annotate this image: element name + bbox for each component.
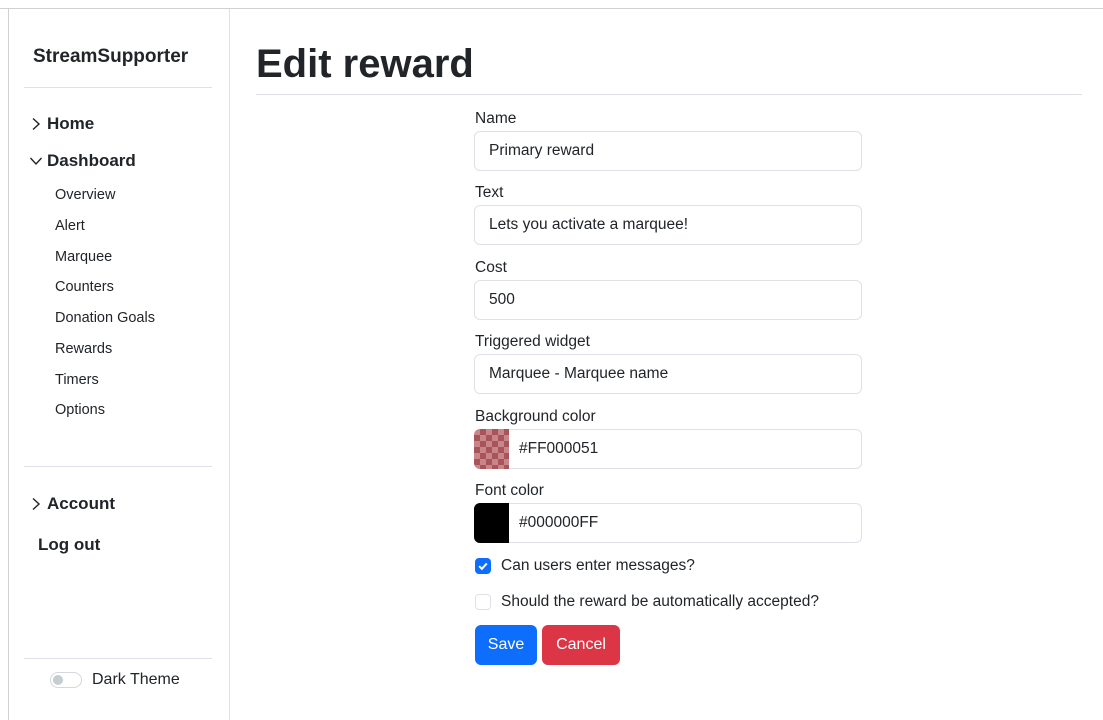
name-field[interactable]: Primary reward — [474, 131, 862, 171]
sidebar-divider — [24, 658, 212, 659]
name-label: Name — [475, 110, 517, 127]
toggle-switch[interactable] — [50, 672, 82, 688]
sidebar-subitem-marquee[interactable]: Marquee — [55, 249, 112, 265]
background-color-field[interactable]: #FF000051 — [474, 428, 862, 469]
sidebar-item-label: Account — [47, 494, 115, 513]
sidebar-subitem-options[interactable]: Options — [55, 402, 105, 418]
chevron-right-icon — [29, 117, 43, 131]
messages-checkbox-row[interactable]: Can users enter messages? — [475, 557, 695, 575]
chevron-right-icon — [29, 497, 43, 511]
dark-theme-toggle[interactable]: Dark Theme — [50, 671, 180, 689]
cancel-button[interactable]: Cancel — [542, 625, 620, 665]
widget-label: Triggered widget — [475, 333, 590, 350]
messages-checkbox-label: Can users enter messages? — [501, 557, 695, 574]
title-divider — [256, 94, 1082, 95]
background-color-label: Background color — [475, 408, 596, 425]
save-button[interactable]: Save — [475, 625, 537, 665]
sidebar-item-dashboard[interactable]: Dashboard — [29, 151, 136, 171]
sidebar-subitem-overview[interactable]: Overview — [55, 187, 115, 203]
auto-accept-checkbox[interactable] — [475, 594, 491, 610]
check-icon — [478, 562, 488, 571]
sidebar-subitem-timers[interactable]: Timers — [55, 372, 99, 388]
sidebar-subitem-counters[interactable]: Counters — [55, 279, 114, 295]
background-color-swatch[interactable] — [474, 428, 509, 469]
cost-field[interactable]: 500 — [474, 280, 862, 320]
sidebar-item-home[interactable]: Home — [29, 114, 94, 134]
auto-accept-checkbox-label: Should the reward be automatically accep… — [501, 593, 819, 610]
name-value: Primary reward — [489, 142, 595, 159]
messages-checkbox[interactable] — [475, 558, 491, 574]
dark-theme-label: Dark Theme — [92, 671, 180, 688]
sidebar-subitem-rewards[interactable]: Rewards — [55, 341, 112, 357]
background-color-value: #FF000051 — [519, 440, 599, 457]
font-color-label: Font color — [475, 482, 544, 499]
text-value: Lets you activate a marquee! — [489, 216, 689, 233]
sidebar-item-label: Home — [47, 114, 95, 133]
sidebar-divider — [24, 466, 212, 467]
sidebar-divider — [24, 87, 212, 88]
triggered-widget-select[interactable]: Marquee - Marquee name — [474, 354, 862, 394]
sidebar-item-label: Dashboard — [47, 151, 136, 170]
sidebar-item-account[interactable]: Account — [29, 494, 115, 514]
sidebar-subitem-donation-goals[interactable]: Donation Goals — [55, 310, 155, 326]
chevron-down-icon — [29, 154, 43, 168]
text-label: Text — [475, 184, 504, 201]
page-title: Edit reward — [256, 42, 474, 86]
logout-link[interactable]: Log out — [38, 535, 100, 555]
font-color-field[interactable]: #000000FF — [474, 502, 862, 543]
auto-accept-checkbox-row[interactable]: Should the reward be automatically accep… — [475, 593, 819, 611]
toggle-knob — [53, 675, 63, 685]
cost-value: 500 — [489, 291, 515, 308]
font-color-value: #000000FF — [519, 514, 599, 531]
brand-title[interactable]: StreamSupporter — [33, 46, 188, 68]
widget-value: Marquee - Marquee name — [489, 365, 669, 382]
cost-label: Cost — [475, 259, 507, 276]
text-field[interactable]: Lets you activate a marquee! — [474, 205, 862, 245]
sidebar-subitem-alert[interactable]: Alert — [55, 218, 85, 234]
font-color-swatch[interactable] — [474, 502, 509, 543]
